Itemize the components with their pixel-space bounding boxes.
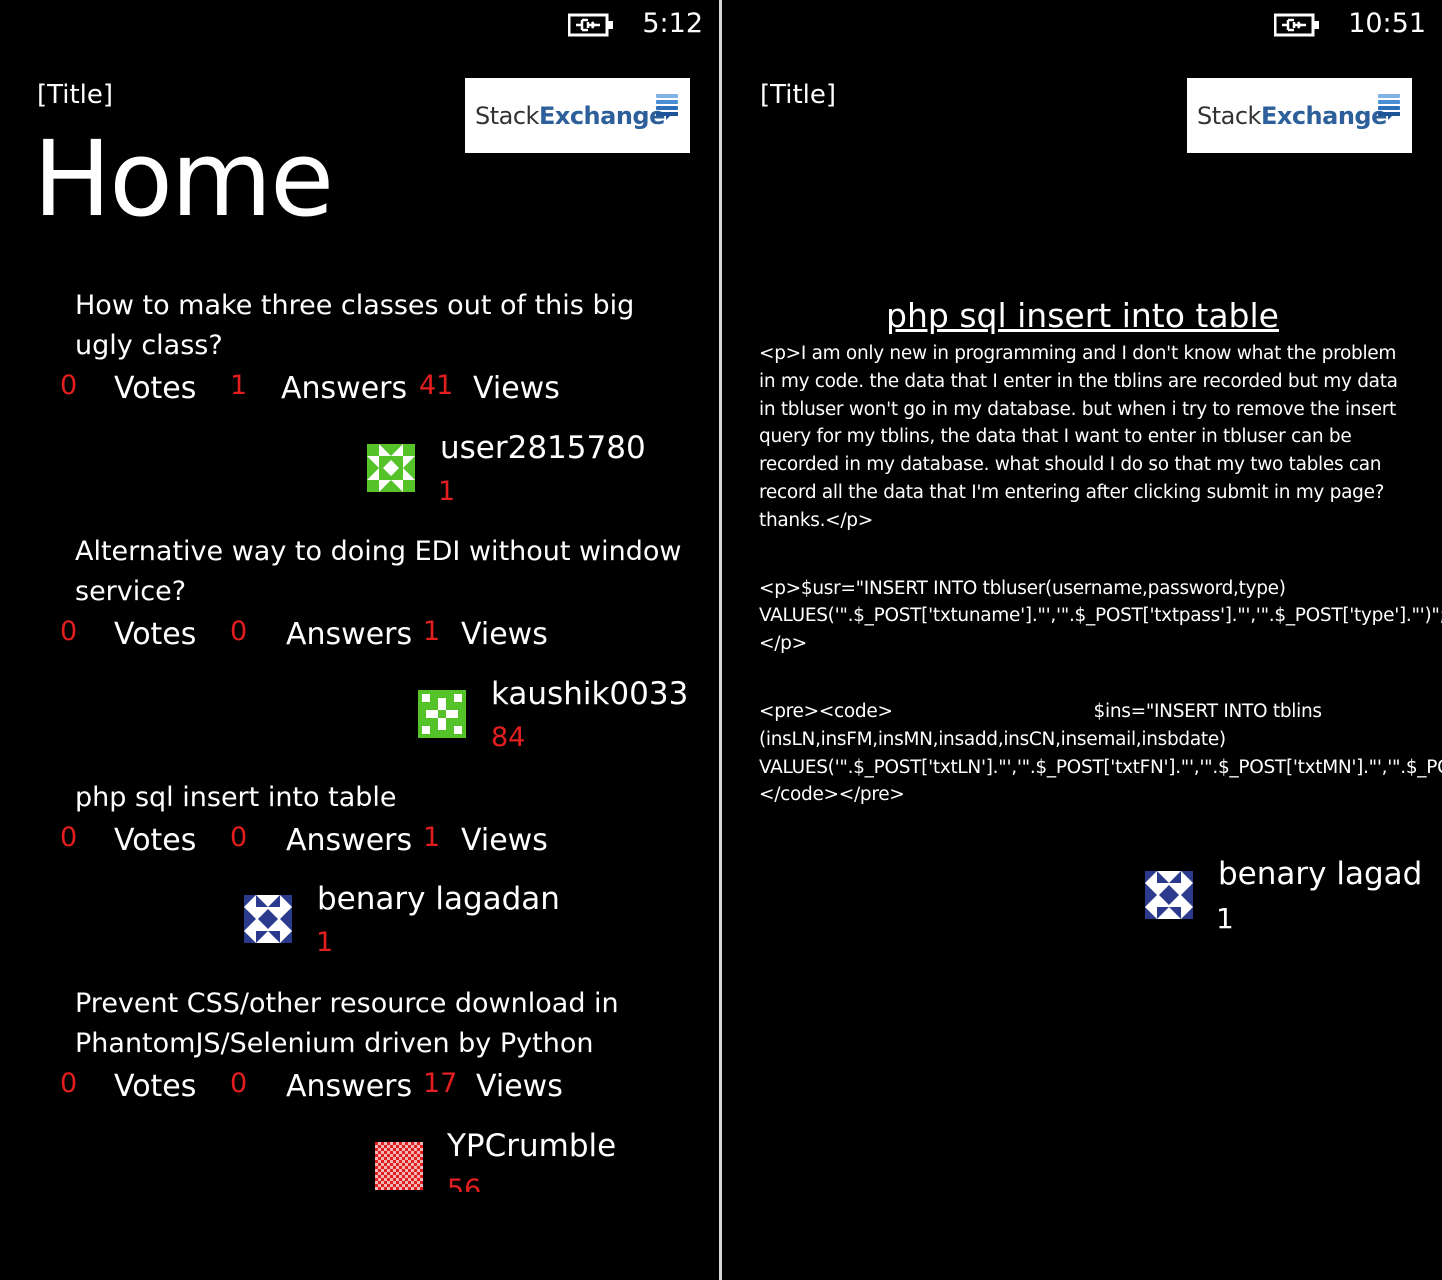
user-avatar-identicon[interactable] [244,895,292,943]
logo-text-exchange: Exchange [1260,101,1387,130]
answers-label: Answers [286,1069,413,1104]
votes-count: 0 [60,616,78,647]
user-name[interactable]: benary lagad [1218,856,1422,892]
views-label: Views [461,617,548,652]
answers-count: 0 [230,822,248,853]
stackexchange-logo[interactable]: StackExchange [465,78,690,153]
question-body: <p>I am only new in programming and I do… [759,340,1442,849]
answers-label: Answers [281,371,408,406]
votes-count: 0 [60,370,78,401]
user-reputation: 56 [447,1174,482,1192]
views-count: 17 [423,1068,458,1099]
views-label: Views [476,1069,563,1104]
body-code: <pre><code> $ins="INSERT INTO tblins (in… [759,700,1442,806]
body-paragraph: <p>$usr="INSERT INTO tbluser(username,pa… [759,577,1442,655]
status-time: 10:51 [1348,7,1426,39]
answers-count: 0 [230,1068,248,1099]
status-bar: 5:12 [568,6,703,40]
battery-charging-icon [568,13,614,37]
answers-count: 0 [230,616,248,647]
views-count: 41 [419,370,454,401]
logo-text-stack: Stack [1197,101,1261,130]
views-count: 1 [423,822,441,853]
user-reputation: 1 [1216,902,1234,935]
page-title: Home [33,118,334,240]
views-label: Views [473,371,560,406]
body-paragraph: <p>I am only new in programming and I do… [759,343,1404,531]
question-detail-screen: 10:51 [Title] StackExchange php sql inse… [723,0,1442,1280]
user-reputation: 1 [316,927,334,958]
votes-label: Votes [114,371,197,406]
logo-text-stack: Stack [475,101,539,130]
question-item[interactable]: Prevent CSS/other resource download in P… [0,984,719,1192]
screen-divider [719,0,722,1280]
question-title[interactable]: Alternative way to doing EDI without win… [75,532,685,612]
user-name[interactable]: kaushik0033 [491,676,688,712]
battery-charging-icon [1274,13,1320,37]
question-detail-title[interactable]: php sql insert into table [723,296,1442,335]
home-screen: 5:12 [Title] StackExchange Home How to m… [0,0,719,1280]
user-name[interactable]: user2815780 [440,430,646,466]
app-title: [Title] [37,80,114,110]
user-avatar-identicon[interactable] [375,1142,423,1190]
user-avatar-identicon[interactable] [418,690,466,738]
user-avatar-identicon[interactable] [367,444,415,492]
question-title[interactable]: Prevent CSS/other resource download in P… [75,984,685,1064]
question-title[interactable]: php sql insert into table [75,778,685,818]
votes-label: Votes [114,1069,197,1104]
user-reputation: 1 [438,476,456,507]
status-time: 5:12 [642,7,703,39]
votes-count: 0 [60,1068,78,1099]
logo-text-exchange: Exchange [538,101,665,130]
user-name[interactable]: benary lagadan [317,881,560,917]
votes-count: 0 [60,822,78,853]
user-avatar-identicon[interactable] [1145,871,1193,919]
views-count: 1 [423,616,441,647]
user-name[interactable]: YPCrumble [447,1128,616,1164]
stackexchange-logo-icon [1378,94,1400,124]
answers-label: Answers [286,617,413,652]
user-reputation: 84 [491,722,526,753]
stackexchange-logo-icon [656,94,678,124]
votes-label: Votes [114,823,197,858]
votes-label: Votes [114,617,197,652]
views-label: Views [461,823,548,858]
app-title: [Title] [760,80,837,110]
question-title[interactable]: How to make three classes out of this bi… [75,286,685,366]
answers-count: 1 [230,370,248,401]
status-bar: 10:51 [1274,6,1426,40]
stackexchange-logo[interactable]: StackExchange [1187,78,1412,153]
answers-label: Answers [286,823,413,858]
